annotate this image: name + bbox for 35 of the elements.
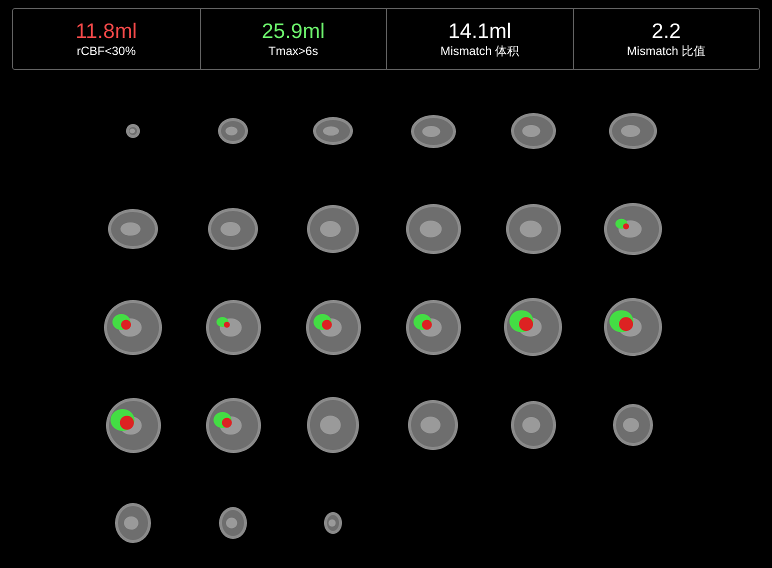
ct-slice-image: [104, 300, 162, 354]
ct-slice-image: [324, 512, 342, 534]
metric-value: 25.9ml: [262, 19, 325, 44]
ct-slice-image: [115, 503, 151, 543]
ct-slice-image: [506, 204, 560, 254]
ct-slice-image: [504, 298, 562, 356]
metric-label: Mismatch 比值: [626, 44, 706, 59]
ct-slice-image: [313, 117, 353, 145]
ct-slice-image: [206, 398, 260, 452]
ct-slice-image: [208, 208, 258, 250]
metric-value: 14.1ml: [448, 19, 512, 44]
ct-slice-image: [108, 209, 158, 249]
ct-slice-image: [206, 300, 260, 354]
ct-slice-image: [408, 400, 458, 450]
metric-value: 2.2: [652, 19, 681, 44]
ct-slice-image: [410, 114, 456, 148]
ct-slice-image: [106, 398, 160, 452]
ct-slice-image: [613, 404, 653, 446]
ct-slice-image: [219, 507, 247, 539]
ct-slice-image: [406, 300, 460, 354]
ct-slice-image: [306, 300, 360, 354]
metric-value: 11.8ml: [76, 19, 137, 44]
ct-slice-image: [307, 397, 359, 453]
ct-slice-image: [126, 124, 140, 138]
ct-slice-image: [609, 113, 657, 149]
metric-label: rCBF<30%: [76, 44, 136, 59]
ct-slice-image: [604, 203, 662, 255]
ct-slice-image: [604, 298, 662, 356]
ct-slice-image: [510, 113, 556, 149]
metric-label: Mismatch 体积: [440, 44, 520, 59]
ct-slice-image: [307, 205, 359, 253]
metric-label: Tmax>6s: [268, 44, 318, 59]
ct-slice-image: [406, 204, 460, 254]
ct-slice-image: [218, 118, 248, 144]
ct-slice-image: [510, 401, 556, 449]
